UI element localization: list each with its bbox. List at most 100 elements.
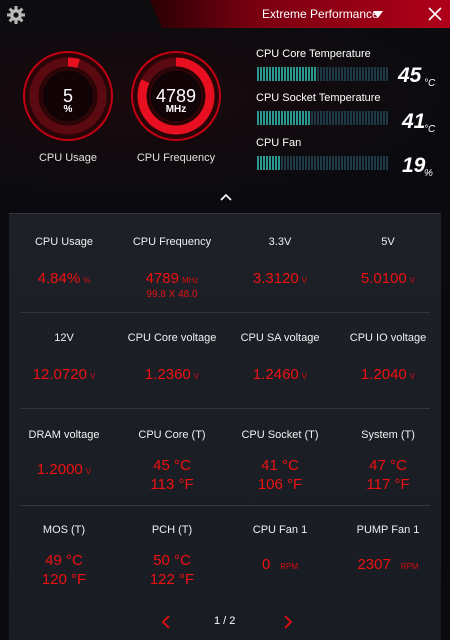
- cell-value: 50 °C: [153, 552, 191, 569]
- cell-label: 12V: [54, 332, 74, 344]
- bar-segment: [356, 156, 358, 170]
- chevron-right-icon[interactable]: [282, 615, 294, 629]
- bar-segment: [290, 156, 292, 170]
- bar-segment: [353, 67, 355, 81]
- cell-cpu-socket-temp: CPU Socket (T) 41 °C 106 °F: [230, 429, 330, 493]
- bar-segment: [275, 111, 277, 125]
- cell-value: 5.0100 V: [360, 270, 416, 287]
- cell-dram-voltage: DRAM voltage 1.2000 V: [14, 429, 114, 478]
- bar-segment: [299, 111, 301, 125]
- cell-value: 4789 MHz: [145, 270, 199, 287]
- cell-label: DRAM voltage: [28, 429, 100, 441]
- bar-segment: [263, 67, 265, 81]
- cell-label: CPU SA voltage: [240, 332, 320, 344]
- bar-segment: [359, 156, 361, 170]
- cell-value: 1.2000 V: [36, 461, 92, 478]
- cell-value: 2307 RPM: [357, 556, 419, 573]
- bar-segment: [383, 156, 385, 170]
- cell-label: PCH (T): [151, 524, 193, 536]
- bar-segment: [350, 111, 352, 125]
- bar-segment: [302, 111, 304, 125]
- cell-value: 47 °C: [369, 457, 407, 474]
- cell-value: 0 RPM: [261, 556, 299, 573]
- cpu-socket-temp-value: 41: [402, 110, 426, 133]
- cell-value: 12.0720 V: [32, 366, 96, 383]
- bar-segment: [377, 156, 379, 170]
- bar-segment: [335, 67, 337, 81]
- cell-value: 49 °C: [45, 552, 83, 569]
- bar-segment: [266, 156, 268, 170]
- cell-cpu-fan-1: CPU Fan 1 0 RPM: [230, 524, 330, 573]
- bar-segment: [320, 156, 322, 170]
- cell-value: 3.3120 V: [252, 270, 308, 287]
- bar-segment: [293, 156, 295, 170]
- bar-segment: [329, 111, 331, 125]
- cell-value: 1.2460 V: [252, 366, 308, 383]
- bar-segment: [368, 156, 370, 170]
- bar-segment: [380, 67, 382, 81]
- bar-segment: [269, 67, 271, 81]
- bar-segment: [290, 111, 292, 125]
- bar-segment: [281, 67, 283, 81]
- cell-cpu-sa-voltage: CPU SA voltage 1.2460 V: [230, 332, 330, 383]
- bar-segment: [323, 156, 325, 170]
- cell-label: CPU Socket (T): [241, 429, 319, 441]
- bar-segment: [347, 111, 349, 125]
- cpu-fan-bar: [257, 156, 388, 170]
- cell-label: CPU Core voltage: [127, 332, 217, 344]
- bar-segment: [368, 67, 370, 81]
- bar-segment: [386, 67, 388, 81]
- bar-segment: [380, 111, 382, 125]
- cpu-usage-gauge-title: CPU Usage: [38, 152, 98, 164]
- bar-segment: [320, 67, 322, 81]
- bar-segment: [368, 111, 370, 125]
- bar-segment: [278, 156, 280, 170]
- bar-segment: [350, 67, 352, 81]
- cpu-fan-unit: %: [424, 168, 433, 179]
- bar-segment: [341, 156, 343, 170]
- bar-segment: [257, 156, 259, 170]
- bar-segment: [263, 111, 265, 125]
- bar-segment: [344, 67, 346, 81]
- gear-icon[interactable]: [6, 5, 26, 25]
- cpu-socket-temp-unit: °C: [424, 124, 436, 135]
- bar-segment: [269, 156, 271, 170]
- chevron-left-icon[interactable]: [160, 615, 172, 629]
- cell-value: 41 °C: [261, 457, 299, 474]
- row-divider: [20, 408, 430, 409]
- bar-segment: [386, 111, 388, 125]
- bar-segment: [296, 111, 298, 125]
- cell-label: CPU Fan 1: [252, 524, 308, 536]
- bar-segment: [281, 156, 283, 170]
- cell-value: 4.84%%: [37, 270, 91, 287]
- triangle-down-icon[interactable]: [373, 11, 383, 18]
- cell-sub-value: 99.8 X 48.0: [146, 289, 198, 300]
- cpu-usage-gauge-unit: %: [63, 104, 73, 115]
- cell-sub-value: 122 °F: [149, 571, 195, 588]
- bar-segment: [353, 156, 355, 170]
- bar-segment: [272, 111, 274, 125]
- bar-segment: [308, 67, 310, 81]
- bar-segment: [317, 156, 319, 170]
- bar-segment: [263, 156, 265, 170]
- bar-segment: [287, 111, 289, 125]
- bar-segment: [323, 67, 325, 81]
- bar-segment: [332, 111, 334, 125]
- bar-segment: [284, 156, 286, 170]
- close-icon[interactable]: [426, 5, 444, 23]
- bar-segment: [296, 67, 298, 81]
- cell-cpu-usage: CPU Usage 4.84%%: [14, 236, 114, 287]
- cell-label: System (T): [361, 429, 415, 441]
- chevron-up-icon[interactable]: [219, 192, 233, 202]
- bar-segment: [281, 111, 283, 125]
- bar-segment: [302, 156, 304, 170]
- bar-segment: [314, 67, 316, 81]
- bar-segment: [317, 67, 319, 81]
- bar-segment: [371, 111, 373, 125]
- mode-label[interactable]: Extreme Performance: [262, 7, 379, 21]
- bar-segment: [338, 156, 340, 170]
- bar-segment: [362, 67, 364, 81]
- bar-segment: [311, 67, 313, 81]
- bar-segment: [365, 111, 367, 125]
- bar-segment: [284, 67, 286, 81]
